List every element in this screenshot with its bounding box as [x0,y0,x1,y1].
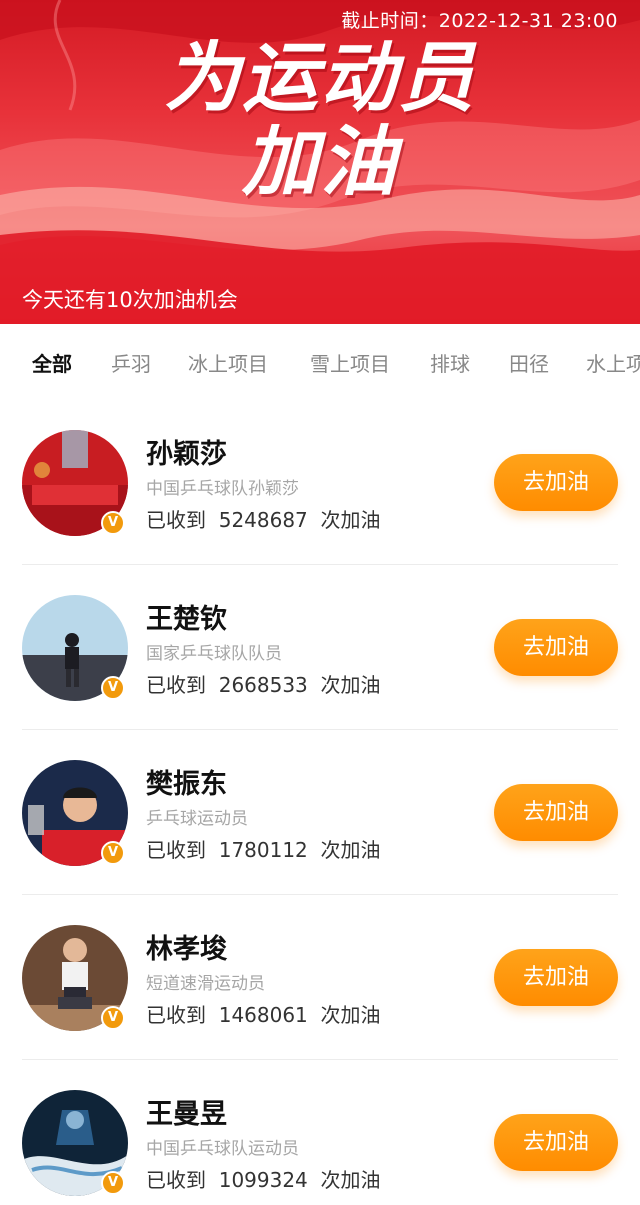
category-tabs: 全部 乒羽 冰上项目 雪上项目 排球 田径 水上项 [0,324,640,400]
athlete-row: V 王楚钦 国家乒乓球队队员 已收到 2668533 次加油 去加油 [0,565,640,730]
headline-line-2: 加油 [242,117,398,206]
tab-athletics[interactable]: 田径 [509,348,549,377]
athlete-description: 短道速滑运动员 [146,974,265,994]
athlete-row: V 樊振东 乒乓球运动员 已收到 1780112 次加油 去加油 [0,730,640,895]
verified-badge: V [101,841,125,865]
athlete-row: V 王曼昱 中国乒乓球队运动员 已收到 1099324 次加油 去加油 [0,1060,640,1205]
tab-snow-sports[interactable]: 雪上项目 [310,348,390,377]
tab-all[interactable]: 全部 [32,348,72,377]
hero-banner: 截止时间：2022-12-31 23:00 为运动员 加油 今天还有10次加油机… [0,0,640,324]
headline-line-1: 为运动员 [164,33,476,122]
cheer-count: 已收到 1468061 次加油 [146,1003,381,1027]
athlete-description: 中国乒乓球队运动员 [146,1139,299,1159]
verified-badge: V [101,1006,125,1030]
verified-badge: V [101,1171,125,1195]
cheer-button[interactable]: 去加油 [494,784,618,841]
athlete-name: 王楚钦 [146,604,227,635]
cheer-button[interactable]: 去加油 [494,619,618,676]
tab-volleyball[interactable]: 排球 [430,348,470,377]
tab-table-tennis-badminton[interactable]: 乒羽 [111,348,151,377]
athlete-row: V 孙颖莎 中国乒乓球队孙颖莎 已收到 5248687 次加油 去加油 [0,400,640,565]
tab-ice-sports[interactable]: 冰上项目 [188,348,268,377]
tab-water-sports[interactable]: 水上项 [586,348,640,377]
banner-headline: 为运动员 加油 [0,36,640,204]
athlete-name: 王曼昱 [146,1099,227,1130]
athlete-name: 林孝埈 [146,934,227,965]
athlete-description: 中国乒乓球队孙颖莎 [146,479,299,499]
athlete-description: 国家乒乓球队队员 [146,644,282,664]
cheer-count: 已收到 5248687 次加油 [146,508,381,532]
cheer-count: 已收到 1780112 次加油 [146,838,381,862]
athlete-name: 孙颖莎 [146,439,227,470]
verified-badge: V [101,676,125,700]
athlete-name: 樊振东 [146,769,227,800]
athlete-description: 乒乓球运动员 [146,809,248,829]
verified-badge: V [101,511,125,535]
cheer-button[interactable]: 去加油 [494,1114,618,1171]
cheer-count: 已收到 2668533 次加油 [146,673,381,697]
athlete-row: V 林孝埈 短道速滑运动员 已收到 1468061 次加油 去加油 [0,895,640,1060]
remaining-chances-text: 今天还有10次加油机会 [22,288,238,312]
deadline-text: 截止时间：2022-12-31 23:00 [341,10,618,32]
cheer-count: 已收到 1099324 次加油 [146,1168,381,1192]
cheer-button[interactable]: 去加油 [494,454,618,511]
cheer-button[interactable]: 去加油 [494,949,618,1006]
